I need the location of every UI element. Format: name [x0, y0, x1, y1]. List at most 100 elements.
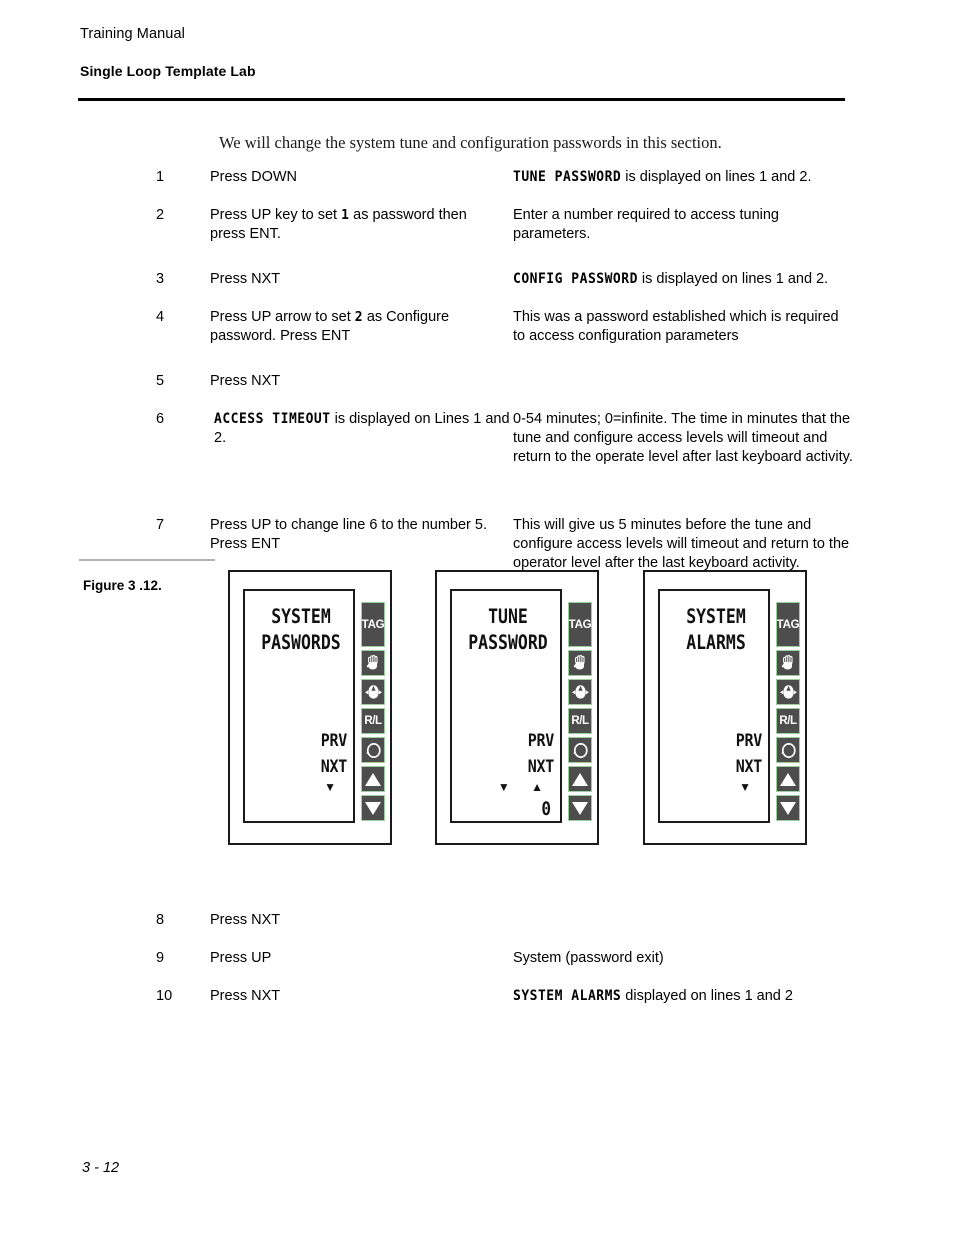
table-row: 1 Press DOWN TUNE PASSWORD is displayed … [0, 168, 954, 188]
auto-a-icon [779, 684, 798, 701]
header-divider [78, 98, 845, 101]
controller-device-1: SYSTEM PASWORDS PRV NXT ▼ TAG R/L [228, 570, 392, 845]
auto-button[interactable] [568, 679, 592, 705]
step-action: Press NXT [210, 988, 281, 1004]
lcd-text: 1 [341, 208, 350, 223]
step-result-text: is displayed on lines 1 and 2. [621, 169, 812, 185]
table-row: 4 Press UP arrow to set 2 as Configure p… [0, 308, 954, 354]
auto-a-icon [571, 684, 590, 701]
triangle-down-icon [365, 801, 381, 815]
manual-hand-button[interactable] [361, 650, 385, 676]
tag-button[interactable]: TAG [568, 602, 592, 647]
remote-local-button[interactable]: R/L [776, 708, 800, 734]
steps-table-continued: 8 Press NXT 9 Press UP System (password … [0, 911, 954, 1025]
lcd-screen-2: TUNE PASSWORD PRV NXT ▼ ▲ 0 [450, 589, 562, 823]
step-number: 10 [156, 988, 173, 1004]
lcd-softkey-prv: PRV [527, 729, 555, 751]
table-row: 10 Press NXT SYSTEM ALARMS displayed on … [0, 987, 954, 1007]
section-title: Single Loop Template Lab [80, 63, 256, 79]
up-button[interactable] [361, 766, 385, 792]
lcd-text: CONFIG PASSWORD [513, 271, 638, 288]
step-result-text: is displayed on lines 1 and 2. [637, 271, 829, 287]
lcd-line-2: PASSWORD [468, 631, 548, 654]
lcd-softkey-prv: PRV [320, 729, 348, 751]
step-action: Press DOWN [210, 169, 297, 185]
step-result: This will give us 5 minutes before the t… [513, 517, 850, 571]
step-action: Press UP [210, 950, 272, 966]
step-result: This was a password established which is… [513, 309, 839, 344]
step-result: Enter a number required to access tuning… [513, 207, 779, 242]
auto-a-icon [364, 684, 383, 701]
auto-button[interactable] [776, 679, 800, 705]
step-action: Press NXT [210, 271, 281, 287]
lcd-softkey-nxt: NXT [527, 755, 555, 777]
lcd-screen-1: SYSTEM PASWORDS PRV NXT ▼ [243, 589, 355, 823]
step-number: 4 [156, 309, 165, 325]
table-row: 9 Press UP System (password exit) [0, 949, 954, 969]
step-number: 8 [156, 912, 165, 928]
step-action-pre: Press UP key to set [210, 207, 342, 223]
lcd-value: 0 [541, 797, 551, 820]
remote-local-button[interactable]: R/L [568, 708, 592, 734]
lcd-line-2: PASWORDS [261, 631, 341, 654]
figure-divider [79, 559, 215, 561]
step-result: SYSTEM ALARMS displayed on lines 1 and 2 [513, 987, 853, 1006]
table-row: 2 Press UP key to set 1 as password then… [0, 206, 954, 252]
remote-local-label: R/L [364, 715, 382, 727]
loop-cycle-button[interactable] [361, 737, 385, 763]
step-number: 1 [156, 169, 165, 185]
hand-icon [366, 654, 381, 672]
hand-icon [573, 654, 588, 672]
device-button-column: TAG R/L [776, 602, 800, 824]
triangle-up-icon [780, 772, 796, 786]
controller-device-2: TUNE PASSWORD PRV NXT ▼ ▲ 0 TAG R/L [435, 570, 599, 845]
figure-caption: Figure 3 .12. [83, 578, 162, 593]
steps-table: 1 Press DOWN TUNE PASSWORD is displayed … [0, 168, 954, 624]
step-result: 0-54 minutes; 0=infinite. The time in mi… [513, 411, 853, 465]
lcd-text: 2 [354, 310, 363, 325]
device-button-column: TAG R/L [568, 602, 592, 824]
remote-local-label: R/L [571, 715, 589, 727]
step-result: CONFIG PASSWORD is displayed on lines 1 … [513, 270, 853, 289]
down-button[interactable] [361, 795, 385, 821]
page-number: 3 - 12 [82, 1160, 120, 1176]
step-number: 6 [156, 411, 165, 427]
lcd-softkey-nxt: NXT [320, 755, 348, 777]
remote-local-button[interactable]: R/L [361, 708, 385, 734]
step-action: Press NXT [210, 912, 281, 928]
table-row: 5 Press NXT [0, 372, 954, 392]
manual-hand-button[interactable] [568, 650, 592, 676]
loop-cycle-button[interactable] [568, 737, 592, 763]
triangle-up-icon [365, 772, 381, 786]
step-number: 9 [156, 950, 165, 966]
manual-hand-button[interactable] [776, 650, 800, 676]
lcd-softkey-prv: PRV [735, 729, 763, 751]
tag-button[interactable]: TAG [361, 602, 385, 647]
loop-cycle-button[interactable] [776, 737, 800, 763]
table-row: 6 ACCESS TIMEOUT is displayed on Lines 1… [0, 410, 954, 498]
manual-title: Training Manual [80, 26, 185, 42]
up-button[interactable] [776, 766, 800, 792]
triangle-up-icon [572, 772, 588, 786]
intro-paragraph: We will change the system tune and confi… [219, 133, 722, 152]
auto-button[interactable] [361, 679, 385, 705]
down-button[interactable] [776, 795, 800, 821]
lcd-line-1: SYSTEM [686, 605, 746, 628]
step-action: Press NXT [210, 373, 281, 389]
lcd-text: ACCESS TIMEOUT [214, 411, 331, 428]
circle-arrow-icon [365, 742, 382, 759]
hand-icon [781, 654, 796, 672]
table-row: 8 Press NXT [0, 911, 954, 931]
lcd-arrow-indicator: ▼ ▲ [497, 780, 552, 794]
triangle-down-icon [780, 801, 796, 815]
controller-device-3: SYSTEM ALARMS PRV NXT ▼ TAG R/L [643, 570, 807, 845]
step-number: 7 [156, 517, 165, 533]
tag-button[interactable]: TAG [776, 602, 800, 647]
up-button[interactable] [568, 766, 592, 792]
step-number: 5 [156, 373, 165, 389]
circle-arrow-icon [572, 742, 589, 759]
lcd-softkey-nxt: NXT [735, 755, 763, 777]
device-button-column: TAG R/L [361, 602, 385, 824]
down-button[interactable] [568, 795, 592, 821]
step-result: TUNE PASSWORD is displayed on lines 1 an… [513, 168, 853, 187]
